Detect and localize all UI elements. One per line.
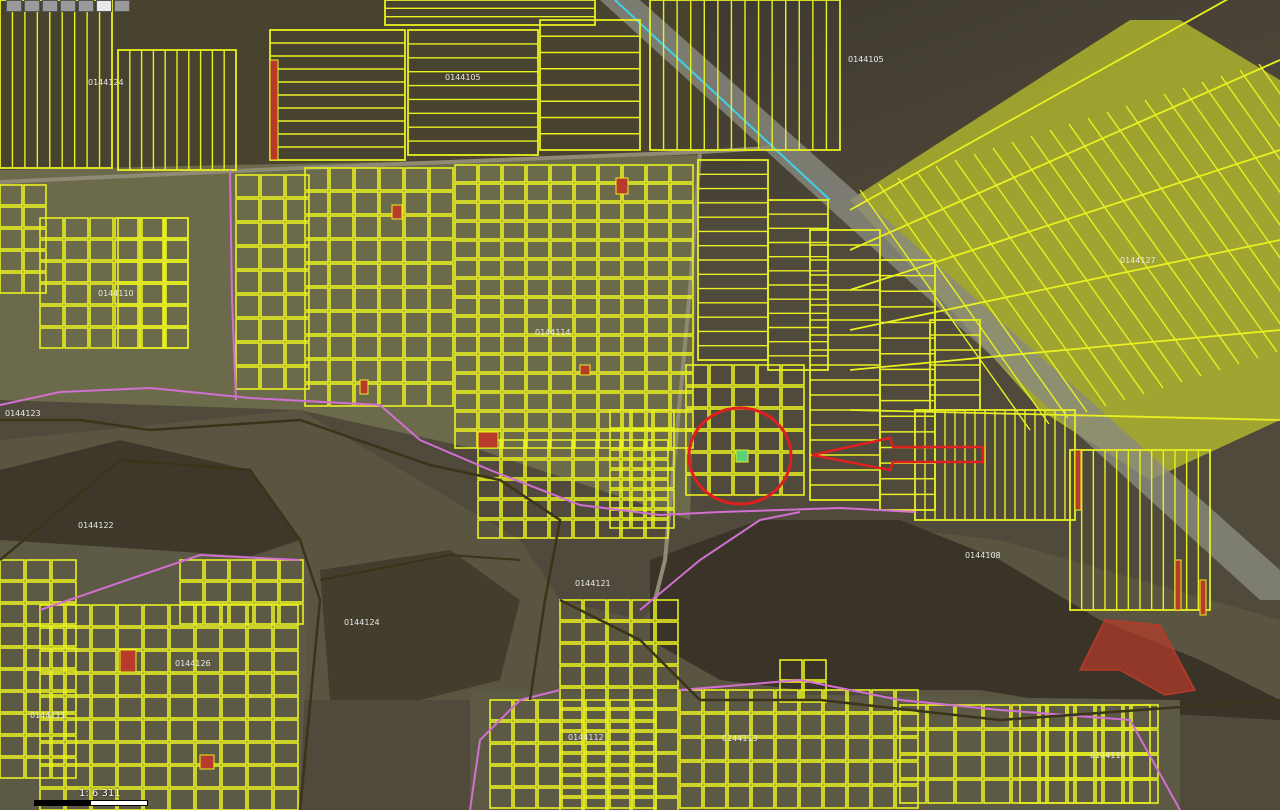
zone-label: 0144112 (568, 733, 604, 742)
scale-label: 1: 6 311 (79, 788, 121, 799)
zone-label: 0144114 (535, 328, 571, 337)
zone-label: 0144126 (175, 659, 211, 668)
scale-bar: 1: 6 311 (4, 788, 154, 806)
zone-label: 0144127 (1120, 256, 1156, 265)
red-parcel (391, 204, 403, 220)
red-parcel (1174, 559, 1182, 611)
red-parcel (1199, 579, 1207, 616)
red-parcel (199, 754, 215, 770)
zone-label: 0144123 (5, 409, 41, 418)
zone-label: 0144115 (1090, 751, 1126, 760)
zone-label: 0144113 (722, 734, 758, 743)
red-parcel (1074, 449, 1082, 511)
zone-label: 0144108 (965, 551, 1001, 560)
red-parcel (477, 431, 499, 449)
zone-label: 0144105 (445, 73, 481, 82)
layers-icon[interactable] (96, 0, 112, 12)
select-icon[interactable] (78, 0, 94, 12)
red-parcel (359, 379, 369, 395)
zone-label: 0144122 (78, 521, 114, 530)
zone-label: 0144110 (98, 289, 134, 298)
zone-label: 0144124 (344, 618, 380, 627)
red-parcel (579, 364, 591, 376)
red-parcel (119, 649, 137, 673)
zone-label: 0144105 (848, 55, 884, 64)
zoom-in-icon[interactable] (24, 0, 40, 12)
measure-icon[interactable] (60, 0, 76, 12)
zone-label: 0144121 (575, 579, 611, 588)
print-icon[interactable] (114, 0, 130, 12)
red-parcel (615, 177, 629, 195)
highlight-parcel[interactable] (735, 449, 749, 463)
zone-label: 0144111 (30, 711, 66, 720)
cadastral-map[interactable]: 0144105 0144105 0144124 0144110 0144123 01441… (0, 0, 1280, 810)
zone-label: 0144124 (88, 78, 124, 87)
zoom-out-icon[interactable] (42, 0, 58, 12)
pan-icon[interactable] (6, 0, 22, 12)
red-parcel (269, 59, 279, 161)
map-toolbar (6, 0, 130, 12)
scale-bar-graphic (34, 800, 148, 806)
